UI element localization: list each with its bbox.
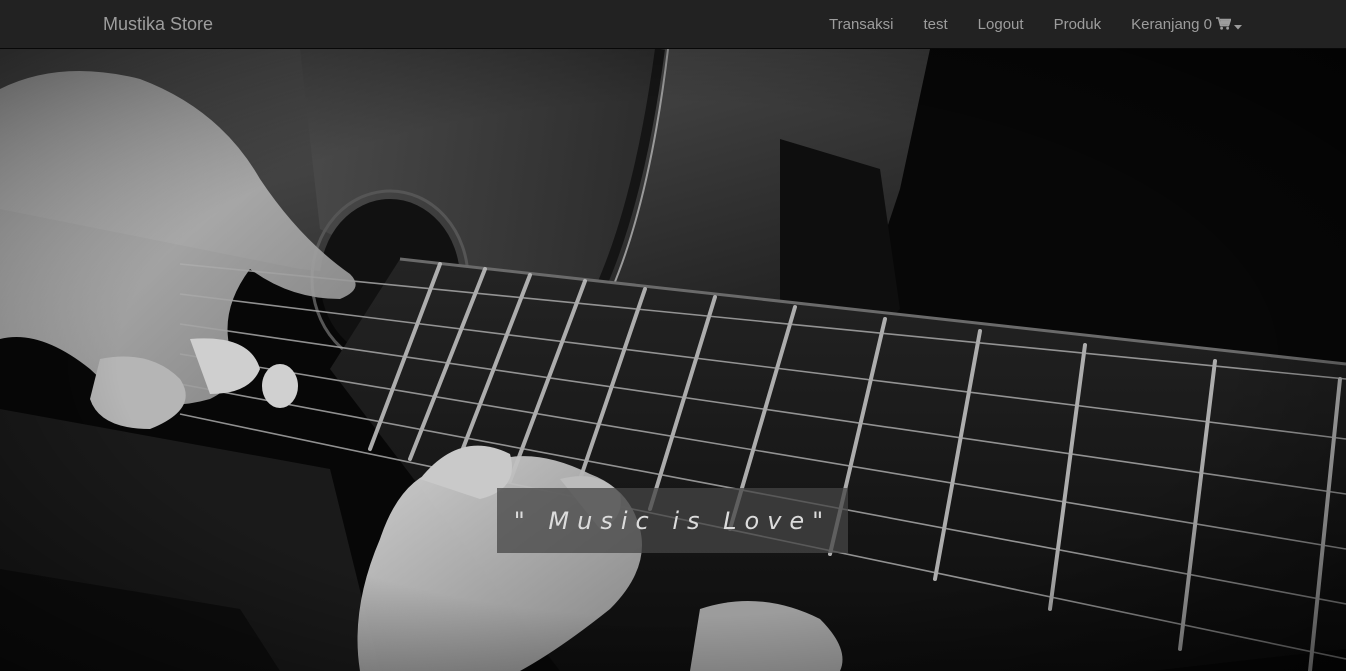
- nav-item-label: Keranjang 0: [1131, 16, 1212, 33]
- top-navbar: Mustika Store Transaksi test Logout Prod…: [0, 0, 1346, 49]
- nav-item-logout[interactable]: Logout: [978, 0, 1024, 49]
- hero-banner: " Music is Love": [0, 49, 1346, 671]
- nav-item-transaksi[interactable]: Transaksi: [829, 0, 893, 49]
- nav-item-keranjang-dropdown[interactable]: Keranjang 0: [1131, 0, 1242, 50]
- nav-menu: Transaksi test Logout Produk Keranjang 0: [829, 0, 1242, 49]
- hero-quote-box: " Music is Love": [497, 488, 848, 553]
- caret-down-icon: [1234, 1, 1242, 50]
- nav-item-label: test: [923, 16, 948, 33]
- nav-item-label: Produk: [1053, 16, 1102, 33]
- hero-quote-text: " Music is Love": [513, 506, 832, 535]
- nav-item-label: Transaksi: [829, 16, 894, 33]
- nav-item-label: Logout: [977, 16, 1024, 33]
- guitar-background-image: [0, 49, 1346, 671]
- brand-link[interactable]: Mustika Store: [103, 0, 213, 49]
- nav-item-user[interactable]: test: [923, 0, 947, 49]
- shopping-cart-icon: [1216, 1, 1232, 50]
- nav-item-produk[interactable]: Produk: [1054, 0, 1102, 49]
